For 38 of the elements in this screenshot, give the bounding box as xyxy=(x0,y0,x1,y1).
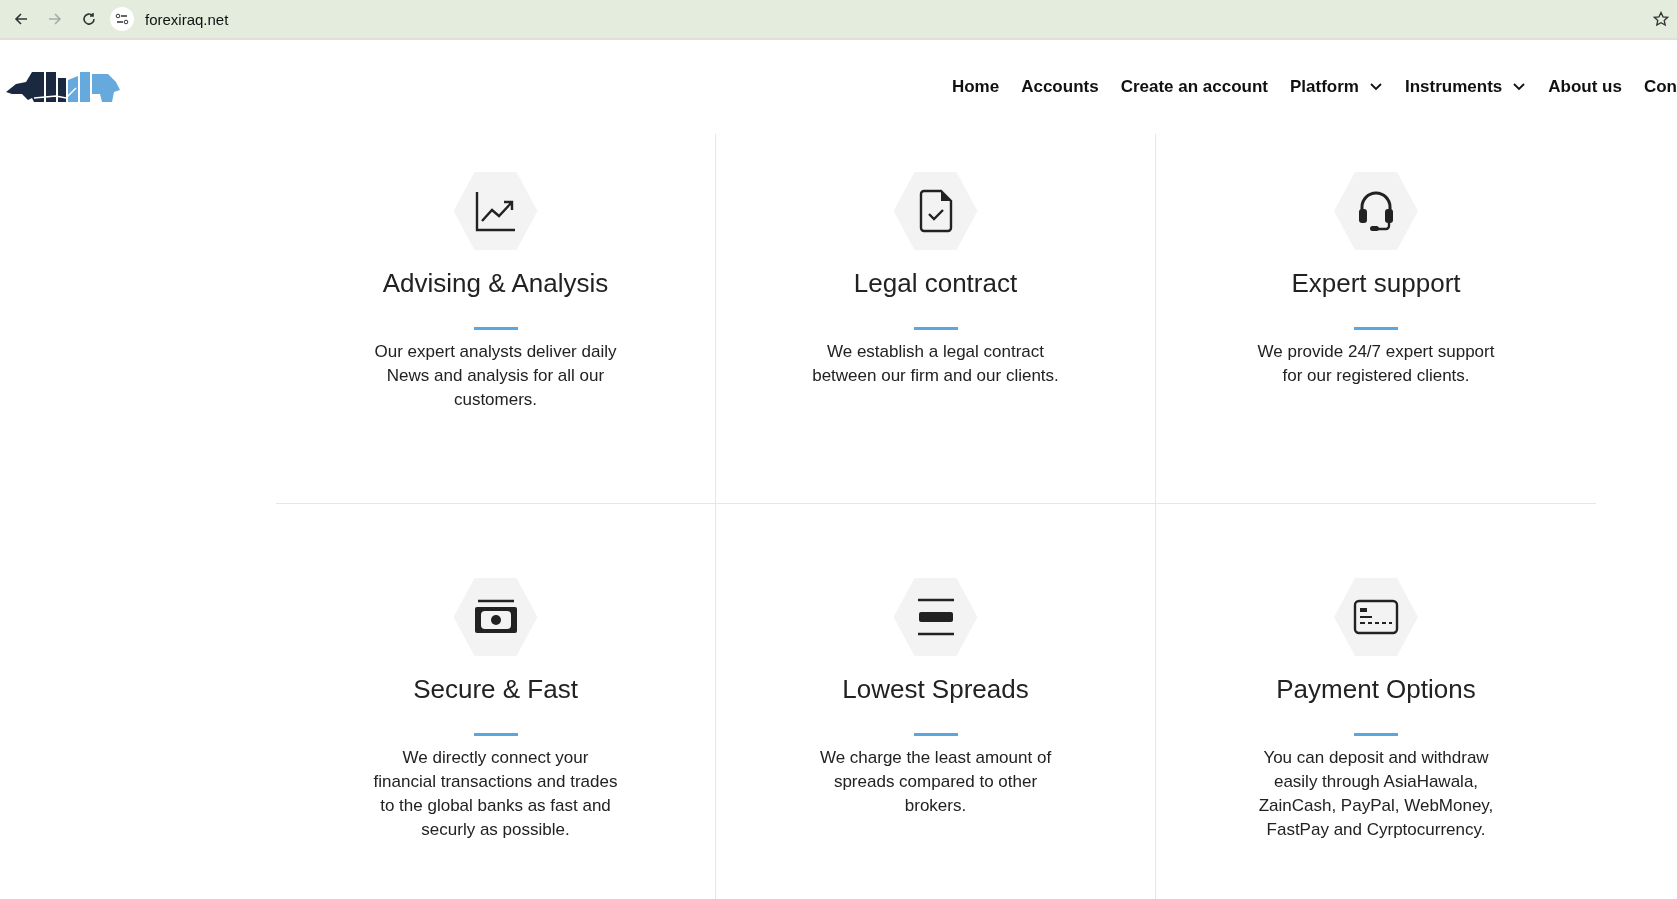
feature-title: Payment Options xyxy=(1276,674,1476,705)
site-info-icon[interactable] xyxy=(110,7,134,31)
line-chart-icon xyxy=(473,189,518,233)
cash-icon xyxy=(472,599,519,635)
document-check-icon xyxy=(917,189,954,233)
feature-description: We charge the least amount of spreads compared to other brokers. xyxy=(818,747,1053,817)
feature-description: Our expert analysts deliver daily News and analysis for all our customers. xyxy=(373,341,618,411)
nav-link[interactable]: Accounts xyxy=(1021,77,1099,97)
accent-rule xyxy=(1354,327,1398,330)
feature-description: We establish a legal contract between our firm and our clients. xyxy=(811,341,1060,387)
bars-icon xyxy=(915,597,956,637)
nav-link[interactable]: Home xyxy=(951,77,1000,97)
nav-link[interactable]: Instruments xyxy=(1405,77,1527,97)
nav-link[interactable]: Platform xyxy=(1290,77,1383,97)
feature-description: We directly connect your financial transactions and trades to the global banks as fast and securly as possible. xyxy=(372,747,619,841)
headset-icon xyxy=(1356,189,1396,233)
url-text: forexiraq.net xyxy=(145,10,229,28)
accent-rule xyxy=(473,327,518,330)
accent-rule xyxy=(913,733,958,736)
chevron-down-icon xyxy=(1512,82,1527,92)
accent-rule xyxy=(1354,733,1398,736)
bookmark-star-icon[interactable] xyxy=(1653,11,1669,27)
chevron-down-icon xyxy=(1369,82,1383,92)
feature-title: Expert support xyxy=(1291,268,1461,299)
back-icon[interactable] xyxy=(13,11,29,27)
feature-description: We provide 24/7 expert support for our registered clients. xyxy=(1256,341,1496,387)
nav-link[interactable]: About us xyxy=(1548,77,1622,97)
nav-link[interactable]: Con xyxy=(1643,77,1677,97)
nav-link[interactable]: Create an account xyxy=(1120,77,1269,97)
reload-icon[interactable] xyxy=(81,11,97,27)
feature-description: You can deposit and withdraw easily through AsiaHawala, ZainCash, PayPal, WebMoney, FastPay and Cyrptocurrency. xyxy=(1257,747,1495,841)
feature-title: Lowest Spreads xyxy=(842,674,1029,705)
feature-title: Legal contract xyxy=(853,268,1018,299)
feature-title: Secure & Fast xyxy=(413,674,578,705)
feature-title: Advising & Analysis xyxy=(382,268,609,299)
card-icon xyxy=(1353,599,1399,635)
accent-rule xyxy=(473,733,518,736)
accent-rule xyxy=(913,327,958,330)
